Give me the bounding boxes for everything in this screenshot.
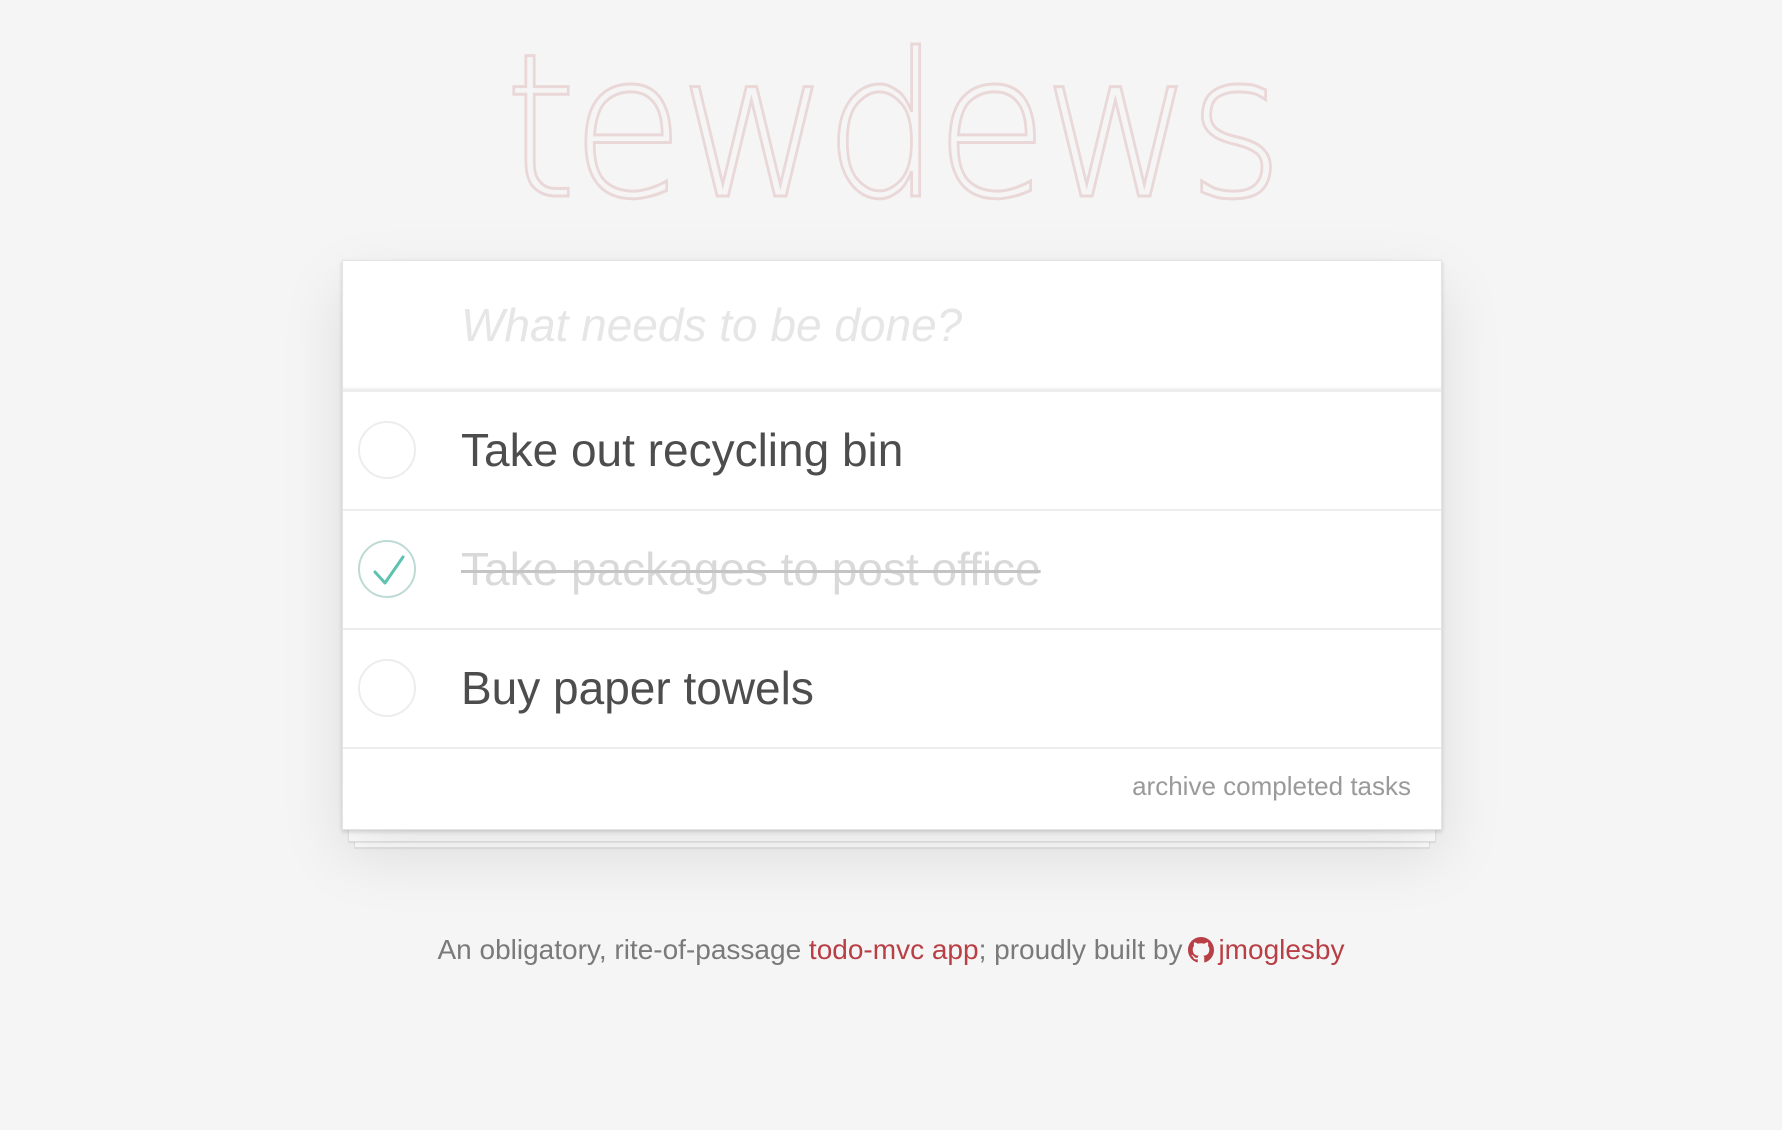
footer-prefix-text: An obligatory, rite-of-passage (437, 934, 809, 965)
app-title: tewdews (503, 11, 1285, 244)
todo-label[interactable]: Take packages to post office (461, 511, 1041, 628)
todo-label[interactable]: Take out recycling bin (461, 392, 903, 509)
new-todo-input[interactable] (461, 287, 1401, 363)
github-icon (1188, 937, 1215, 963)
todo-toggle-checkbox[interactable] (358, 421, 416, 479)
jmoglesby-link[interactable]: jmoglesby (1218, 934, 1344, 965)
todo-toggle-checkbox[interactable] (358, 540, 416, 598)
todo-item: Buy paper towels (343, 630, 1441, 749)
todo-toggle-checkbox[interactable] (358, 659, 416, 717)
todo-card-stack: Take out recycling bin Take packages to … (342, 260, 1442, 848)
todo-card: Take out recycling bin Take packages to … (342, 260, 1442, 830)
new-todo-row (343, 261, 1441, 392)
checkmark-icon (373, 555, 405, 585)
todo-label[interactable]: Buy paper towels (461, 630, 814, 747)
todo-item: Take packages to post office (343, 511, 1441, 630)
todo-item: Take out recycling bin (343, 392, 1441, 511)
card-footer: archive completed tasks (343, 749, 1441, 829)
todo-list: Take out recycling bin Take packages to … (343, 392, 1441, 749)
footer-middle-text: ; proudly built by (978, 934, 1183, 965)
page-footer: An obligatory, rite-of-passage todo-mvc … (0, 934, 1782, 966)
todo-mvc-link[interactable]: todo-mvc app (809, 934, 979, 965)
archive-completed-button[interactable]: archive completed tasks (1132, 771, 1411, 802)
